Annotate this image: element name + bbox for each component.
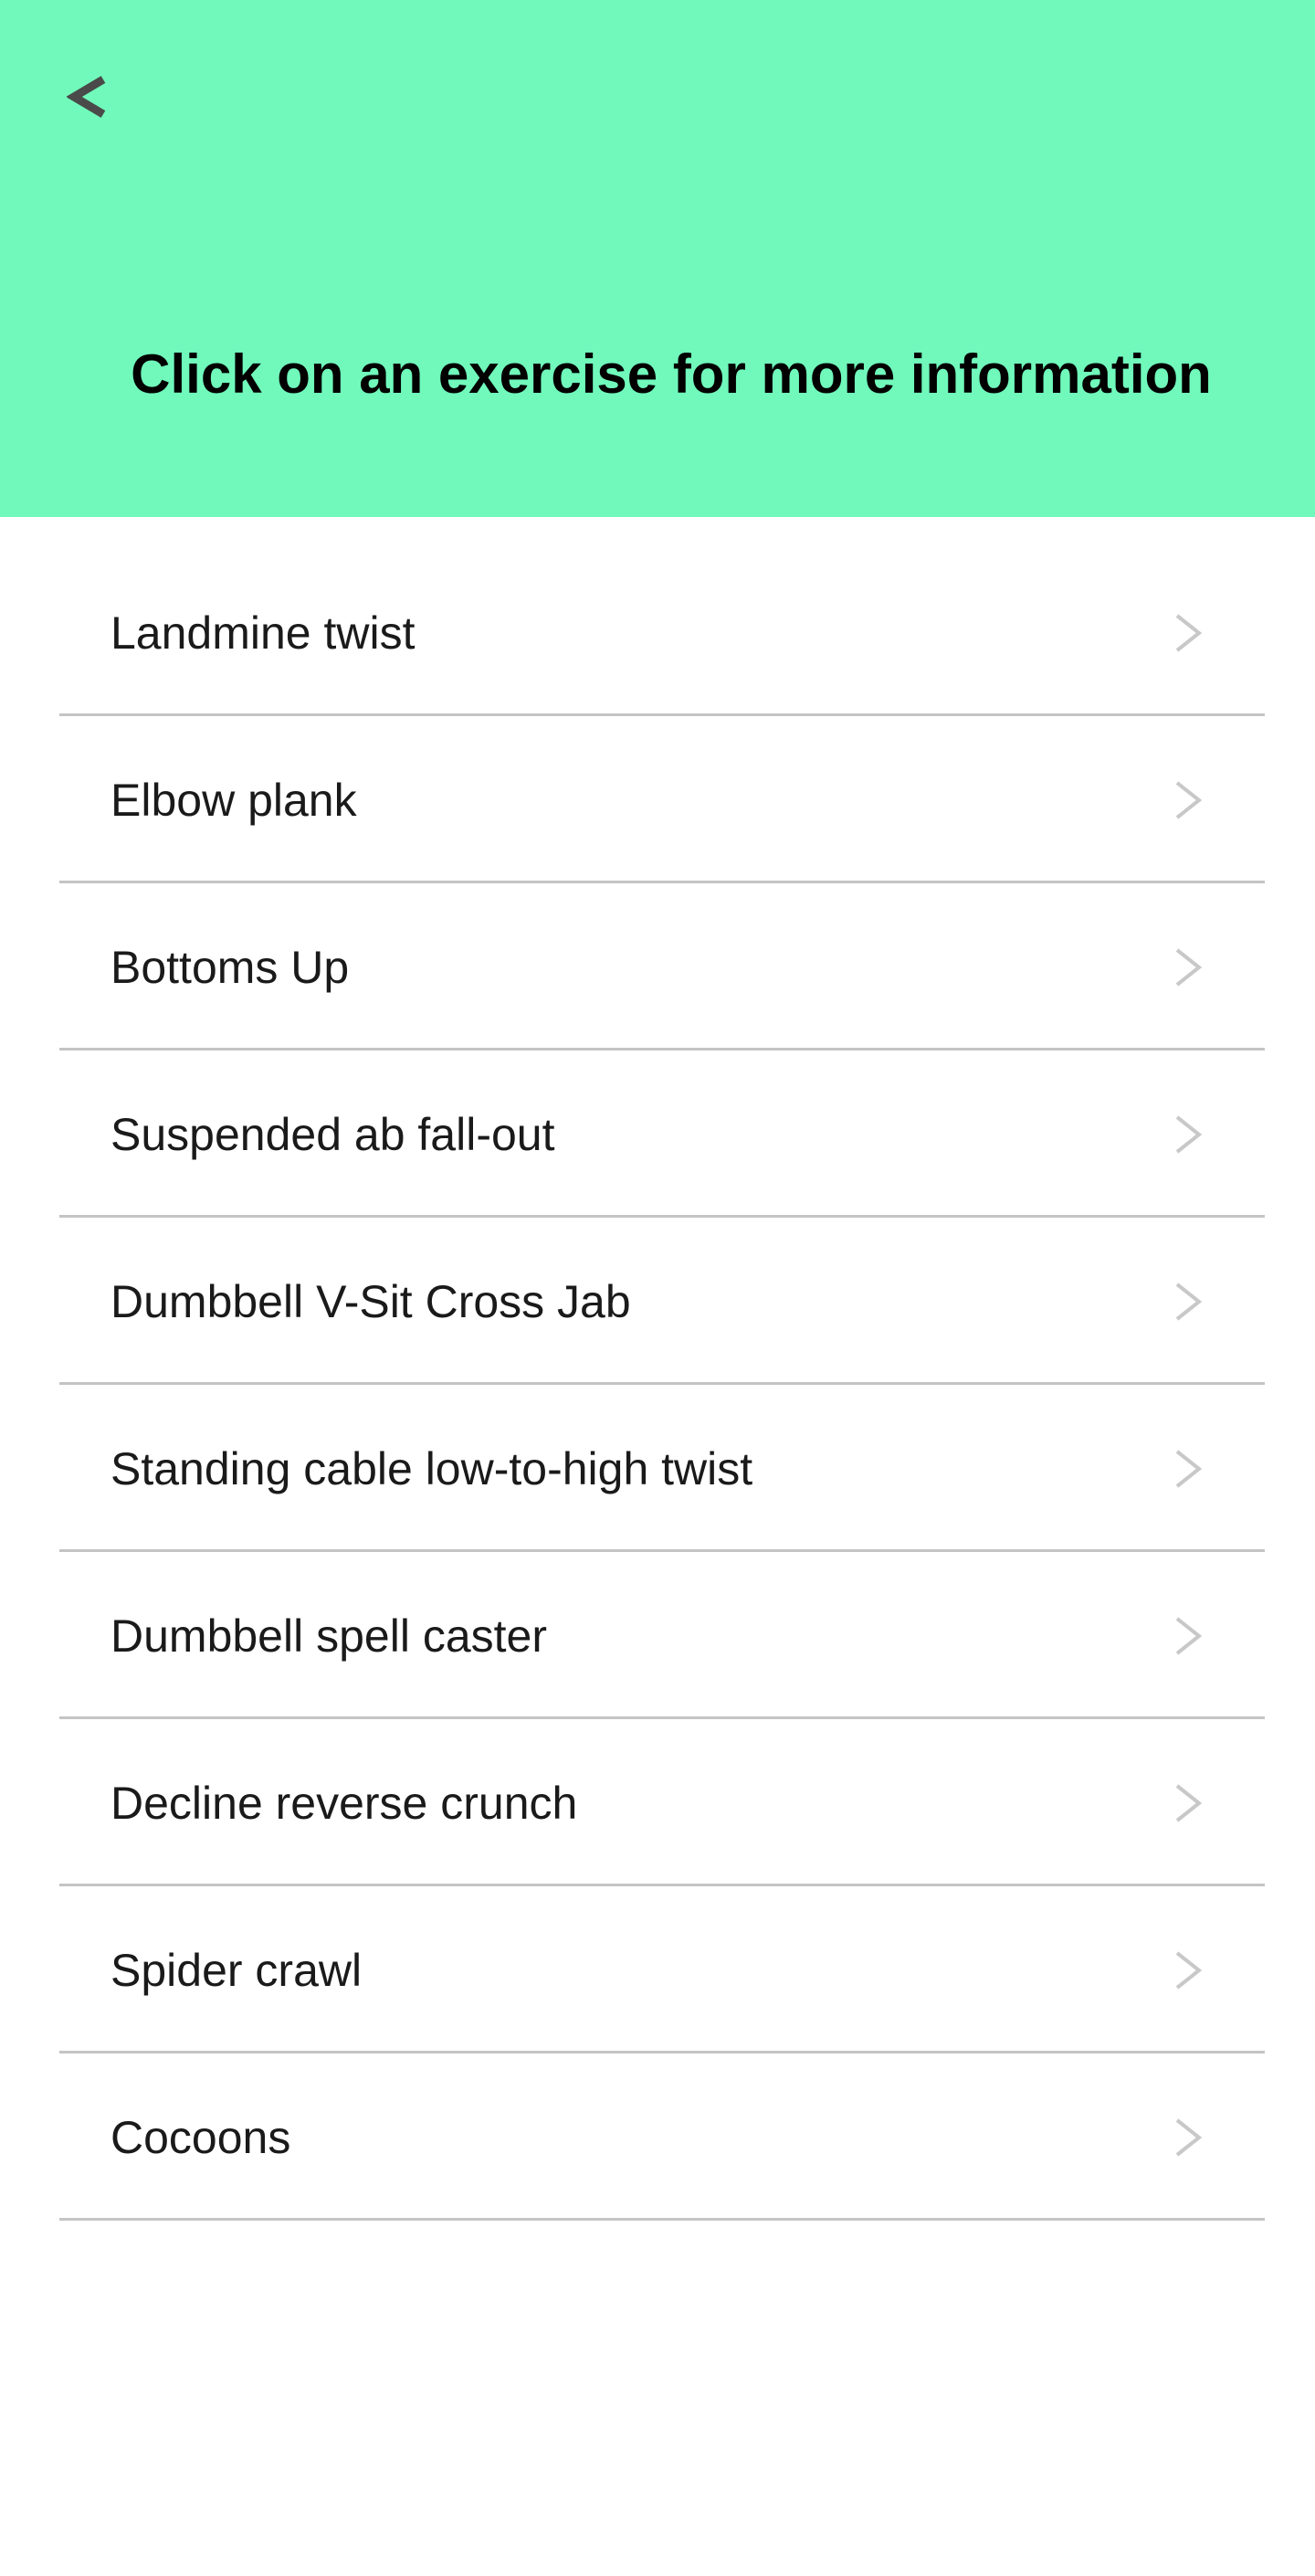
list-item-label: Elbow plank (110, 775, 357, 826)
chevron-right-icon (1175, 1784, 1203, 1822)
list-item-label: Standing cable low-to-high twist (110, 1443, 753, 1494)
list-item-label: Dumbbell V-Sit Cross Jab (110, 1276, 631, 1327)
exercise-list-screen: Click on an exercise for more informatio… (0, 0, 1315, 2576)
list-item[interactable]: Landmine twist (59, 550, 1265, 716)
list-item-label: Landmine twist (110, 607, 416, 659)
list-item[interactable]: Elbow plank (59, 717, 1265, 883)
list-item[interactable]: Dumbbell spell caster (59, 1553, 1265, 1719)
list-item-label: Suspended ab fall-out (110, 1109, 555, 1160)
list-item[interactable]: Standing cable low-to-high twist (59, 1386, 1265, 1552)
list-item[interactable]: Decline reverse crunch (59, 1720, 1265, 1886)
chevron-right-icon (1175, 781, 1203, 819)
exercise-list: Landmine twist Elbow plank Bottoms Up Su… (59, 550, 1265, 2221)
chevron-right-icon (1175, 1617, 1203, 1655)
list-item[interactable]: Dumbbell V-Sit Cross Jab (59, 1219, 1265, 1385)
chevron-right-icon (1175, 614, 1203, 652)
chevron-right-icon (1175, 1450, 1203, 1488)
header: Click on an exercise for more informatio… (0, 0, 1315, 517)
list-item-label: Cocoons (110, 2112, 291, 2163)
back-button[interactable] (55, 64, 121, 130)
list-item-label: Spider crawl (110, 1945, 363, 1996)
list-item-label: Dumbbell spell caster (110, 1610, 547, 1662)
chevron-left-icon (67, 76, 106, 118)
list-item-label: Bottoms Up (110, 942, 350, 993)
page-title: Click on an exercise for more informatio… (131, 343, 1212, 405)
list-item-label: Decline reverse crunch (110, 1778, 578, 1829)
list-item[interactable]: Suspended ab fall-out (59, 1051, 1265, 1218)
list-item[interactable]: Bottoms Up (59, 884, 1265, 1050)
chevron-right-icon (1175, 1951, 1203, 1990)
chevron-right-icon (1175, 1115, 1203, 1154)
chevron-right-icon (1175, 2118, 1203, 2157)
list-item[interactable]: Cocoons (59, 2054, 1265, 2221)
list-item[interactable]: Spider crawl (59, 1887, 1265, 2053)
chevron-right-icon (1175, 1283, 1203, 1321)
chevron-right-icon (1175, 948, 1203, 987)
